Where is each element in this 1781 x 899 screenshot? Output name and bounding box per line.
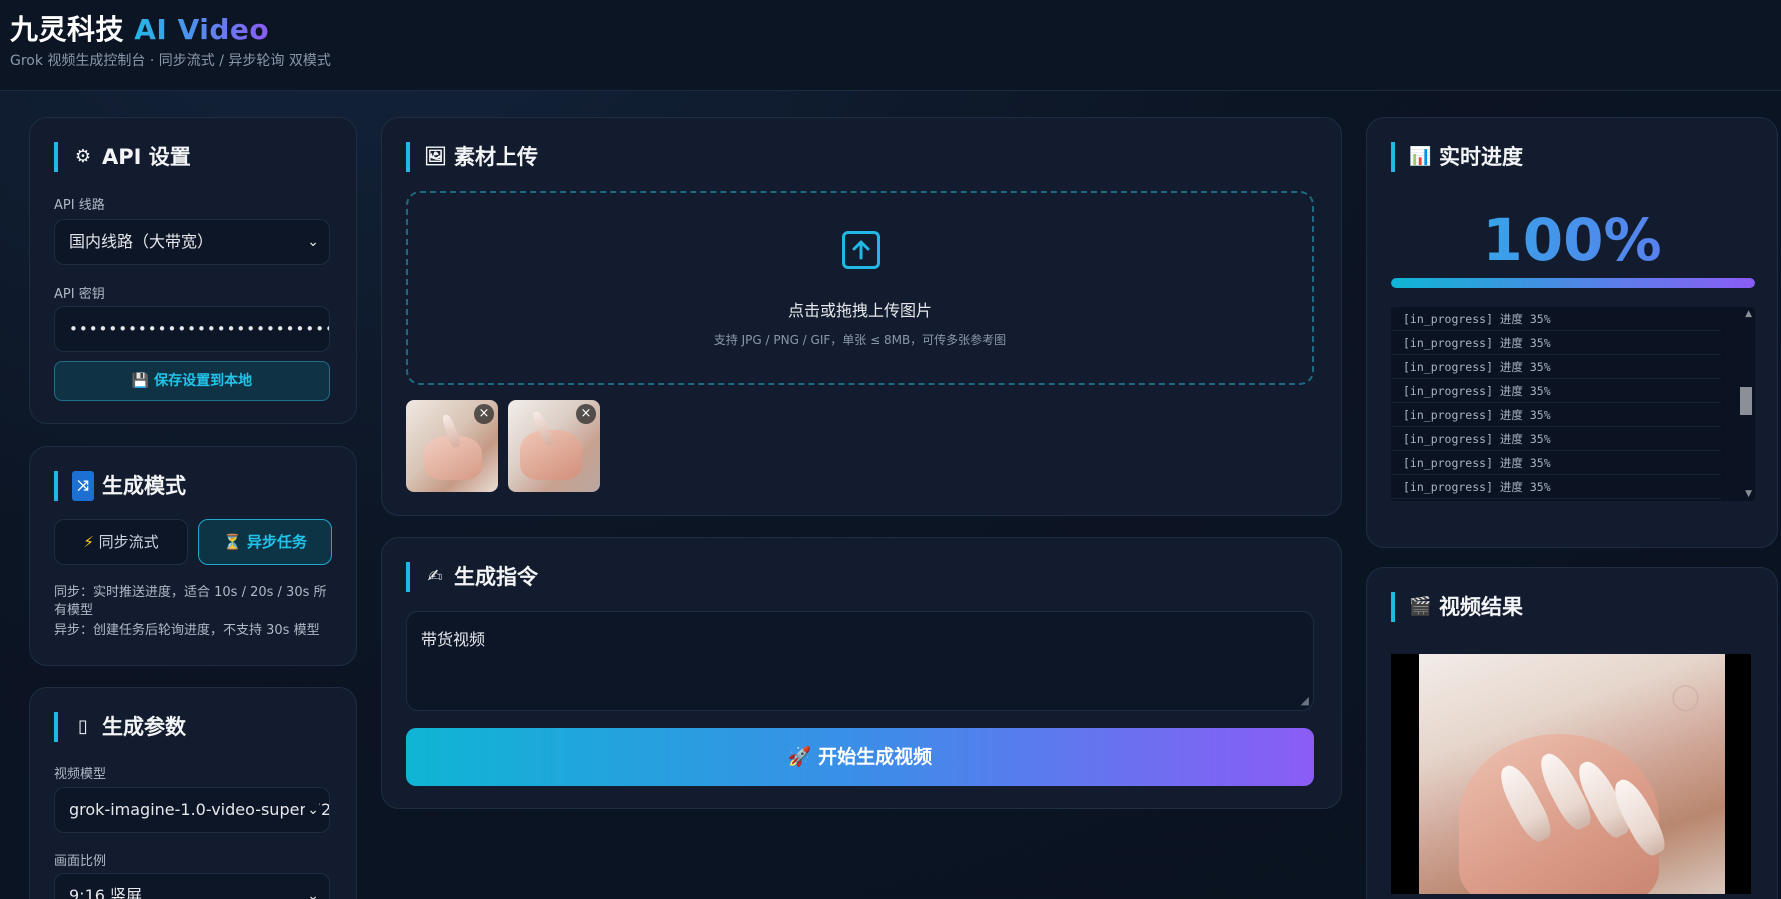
video-player[interactable]: ◯ bbox=[1391, 654, 1751, 894]
video-model-select[interactable]: grok-imagine-1.0-video-super-720 ⌄ bbox=[54, 787, 330, 833]
upload-dropzone[interactable]: 点击或拖拽上传图片 支持 JPG / PNG / GIF，单张 ≤ 8MB，可传… bbox=[406, 191, 1314, 385]
video-model-label: 视频模型 bbox=[54, 767, 107, 782]
rocket-icon: 🚀 bbox=[787, 746, 812, 768]
async-mode-button[interactable]: ⏳ 异步任务 bbox=[198, 519, 332, 565]
aspect-ratio-select[interactable]: 9:16 竖屏 ⌄ bbox=[54, 873, 330, 899]
log-line: [in_progress] 进度 35% bbox=[1391, 379, 1721, 403]
upload-hint: 支持 JPG / PNG / GIF，单张 ≤ 8MB，可传多张参考图 bbox=[713, 333, 1007, 347]
progress-title: 📊 实时进度 bbox=[1391, 142, 1523, 172]
brand-name: 九灵科技 bbox=[10, 13, 125, 46]
scrollbar-thumb[interactable] bbox=[1740, 387, 1752, 415]
log-line: [in_progress] 进度 35% bbox=[1391, 451, 1721, 475]
save-settings-button[interactable]: 💾 保存设置到本地 bbox=[54, 361, 330, 401]
app-subtitle: Grok 视频生成控制台 · 同步流式 / 异步轮询 双模式 bbox=[10, 53, 331, 69]
log-scrollbar[interactable]: ▲ ▼ bbox=[1737, 307, 1755, 501]
log-line: [in_progress] 进度 35% bbox=[1391, 355, 1721, 379]
hourglass-icon: ⏳ bbox=[223, 533, 242, 551]
log-line: [in_progress] 进度 35% bbox=[1391, 427, 1721, 451]
api-key-label: API 密钥 bbox=[54, 287, 105, 302]
app-title: 九灵科技 AI Video bbox=[10, 8, 269, 48]
api-route-label: API 线路 bbox=[54, 198, 105, 213]
api-settings-card: ⚙ API 设置 API 线路 国内线路（大带宽） ⌄ API 密钥 •••••… bbox=[29, 117, 357, 424]
progress-percent: 100% bbox=[1367, 206, 1777, 274]
chevron-down-icon: ⌄ bbox=[307, 888, 319, 899]
progress-log[interactable]: [in_progress] 进度 35% [in_progress] 进度 35%… bbox=[1391, 307, 1755, 501]
uploaded-image-thumbnail[interactable]: × bbox=[406, 400, 498, 492]
generation-mode-title: ⤨ 生成模式 bbox=[54, 471, 186, 501]
prompt-title: ✍ 生成指令 bbox=[406, 562, 538, 592]
log-line: [in_progress] 进度 35% bbox=[1391, 307, 1721, 331]
bar-chart-icon: 📊 bbox=[1409, 146, 1432, 167]
scroll-down-icon[interactable]: ▼ bbox=[1745, 489, 1752, 499]
prompt-textarea[interactable]: 带货视频 ◢ bbox=[406, 611, 1314, 711]
upload-card: 🖼 素材上传 点击或拖拽上传图片 支持 JPG / PNG / GIF，单张 ≤… bbox=[381, 117, 1342, 516]
api-settings-title: ⚙ API 设置 bbox=[54, 142, 191, 172]
brand-accent: AI Video bbox=[134, 13, 270, 46]
aspect-ratio-label: 画面比例 bbox=[54, 854, 107, 869]
shuffle-icon: ⤨ bbox=[72, 471, 94, 501]
top-header: 九灵科技 AI Video Grok 视频生成控制台 · 同步流式 / 异步轮询… bbox=[0, 0, 1781, 91]
scroll-up-icon[interactable]: ▲ bbox=[1745, 309, 1752, 319]
upload-text: 点击或拖拽上传图片 bbox=[787, 301, 932, 320]
image-icon: 🖼 bbox=[424, 146, 447, 167]
remove-image-button[interactable]: × bbox=[474, 404, 494, 424]
api-route-select[interactable]: 国内线路（大带宽） ⌄ bbox=[54, 219, 330, 265]
video-result-title: 🎬 视频结果 bbox=[1391, 592, 1523, 622]
log-line: [in_progress] 进度 35% bbox=[1391, 475, 1721, 499]
chevron-down-icon: ⌄ bbox=[305, 788, 319, 832]
progress-bar bbox=[1391, 278, 1755, 288]
async-mode-note: 异步：创建任务后轮询进度，不支持 30s 模型 bbox=[54, 623, 320, 638]
sync-mode-button[interactable]: ⚡ 同步流式 bbox=[54, 519, 188, 565]
uploaded-image-thumbnail[interactable]: × bbox=[508, 400, 600, 492]
generation-params-card: ▯ 生成参数 视频模型 grok-imagine-1.0-video-super… bbox=[29, 687, 357, 899]
resize-handle-icon[interactable]: ◢ bbox=[1301, 694, 1309, 707]
generation-mode-card: ⤨ 生成模式 ⚡ 同步流式 ⏳ 异步任务 同步：实时推送进度，适合 10s / … bbox=[29, 446, 357, 666]
floppy-icon: 💾 bbox=[131, 373, 150, 389]
video-frame-image: ◯ bbox=[1419, 654, 1725, 894]
upload-title: 🖼 素材上传 bbox=[406, 142, 538, 172]
lightning-icon: ⚡ bbox=[83, 533, 94, 551]
progress-card: 📊 实时进度 100% [in_progress] 进度 35% [in_prog… bbox=[1366, 117, 1778, 548]
progress-bar-fill bbox=[1391, 278, 1755, 288]
log-line: [in_progress] 进度 35% bbox=[1391, 403, 1721, 427]
writing-hand-icon: ✍ bbox=[427, 566, 443, 587]
api-key-input[interactable]: •••••••••••••••••••••••••••• bbox=[54, 306, 330, 352]
clapper-icon: 🎬 bbox=[1409, 596, 1432, 617]
phone-icon: ▯ bbox=[78, 716, 88, 737]
video-result-card: 🎬 视频结果 ◯ bbox=[1366, 567, 1778, 899]
gear-icon: ⚙ bbox=[74, 146, 92, 167]
log-lines: [in_progress] 进度 35% [in_progress] 进度 35%… bbox=[1391, 307, 1755, 499]
watermark-logo: ◯ bbox=[1671, 682, 1701, 712]
upload-icon bbox=[842, 231, 880, 269]
log-line: [in_progress] 进度 35% bbox=[1391, 331, 1721, 355]
sync-mode-note: 同步：实时推送进度，适合 10s / 20s / 30s 所有模型 bbox=[54, 585, 327, 618]
generation-params-title: ▯ 生成参数 bbox=[54, 712, 186, 742]
prompt-card: ✍ 生成指令 带货视频 ◢ 🚀 开始生成视频 bbox=[381, 537, 1342, 809]
start-generate-button[interactable]: 🚀 开始生成视频 bbox=[406, 728, 1314, 786]
remove-image-button[interactable]: × bbox=[576, 404, 596, 424]
chevron-down-icon: ⌄ bbox=[307, 234, 319, 250]
